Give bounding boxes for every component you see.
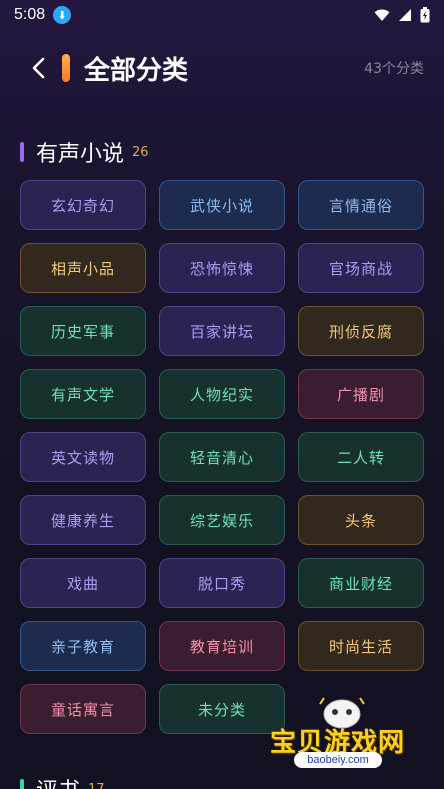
category-button[interactable]: 戏曲 (20, 558, 146, 608)
category-button[interactable]: 刑侦反腐 (298, 306, 424, 356)
category-button[interactable]: 官场商战 (298, 243, 424, 293)
section-accent-bar (20, 142, 24, 162)
section-header-pingshu: 评书 17 (20, 773, 105, 789)
category-count: 43个分类 (364, 61, 424, 77)
watermark-url: baobeiy.com (294, 752, 382, 768)
section-accent-bar (20, 779, 24, 789)
category-button[interactable]: 历史军事 (20, 306, 146, 356)
status-time: 5:08 (14, 6, 46, 23)
category-button[interactable]: 百家讲坛 (159, 306, 285, 356)
back-button[interactable] (18, 48, 58, 88)
category-button[interactable]: 武侠小说 (159, 180, 285, 230)
section-title: 有声小说 (36, 142, 125, 167)
category-button[interactable]: 未分类 (159, 684, 285, 734)
category-grid: 玄幻奇幻 武侠小说 言情通俗 相声小品 恐怖惊悚 官场商战 历史军事 百家讲坛 … (20, 180, 424, 734)
category-button[interactable]: 有声文学 (20, 369, 146, 419)
section-count: 26 (132, 144, 149, 160)
page-title: 全部分类 (84, 55, 189, 86)
category-button[interactable]: 综艺娱乐 (159, 495, 285, 545)
battery-icon (420, 7, 430, 23)
category-button[interactable]: 时尚生活 (298, 621, 424, 671)
title-accent-bar (62, 54, 70, 82)
category-button[interactable]: 二人转 (298, 432, 424, 482)
category-button[interactable]: 英文读物 (20, 432, 146, 482)
category-button[interactable]: 言情通俗 (298, 180, 424, 230)
category-button[interactable]: 相声小品 (20, 243, 146, 293)
category-button[interactable]: 玄幻奇幻 (20, 180, 146, 230)
wifi-icon (374, 9, 390, 21)
download-icon: ⬇ (53, 6, 72, 24)
category-button[interactable]: 商业财经 (298, 558, 424, 608)
category-button[interactable]: 健康养生 (20, 495, 146, 545)
category-button[interactable]: 广播剧 (298, 369, 424, 419)
status-bar: 5:08 ⬇ (0, 0, 444, 30)
watermark-logo: 宝贝游戏网 baobeiy.com (268, 692, 418, 782)
category-button[interactable]: 人物纪实 (159, 369, 285, 419)
signal-icon (399, 9, 411, 21)
section-header-audiobooks: 有声小说 26 (20, 136, 149, 168)
chevron-left-icon (32, 57, 45, 79)
section-count: 17 (88, 781, 105, 789)
category-button[interactable]: 脱口秀 (159, 558, 285, 608)
status-icons (374, 7, 430, 23)
category-button[interactable]: 恐怖惊悚 (159, 243, 285, 293)
category-button[interactable]: 亲子教育 (20, 621, 146, 671)
category-button[interactable]: 轻音清心 (159, 432, 285, 482)
category-button[interactable]: 教育培训 (159, 621, 285, 671)
section-title: 评书 (36, 773, 80, 789)
category-button[interactable]: 童话寓言 (20, 684, 146, 734)
category-button[interactable]: 头条 (298, 495, 424, 545)
page-header: 全部分类 43个分类 (0, 46, 444, 90)
